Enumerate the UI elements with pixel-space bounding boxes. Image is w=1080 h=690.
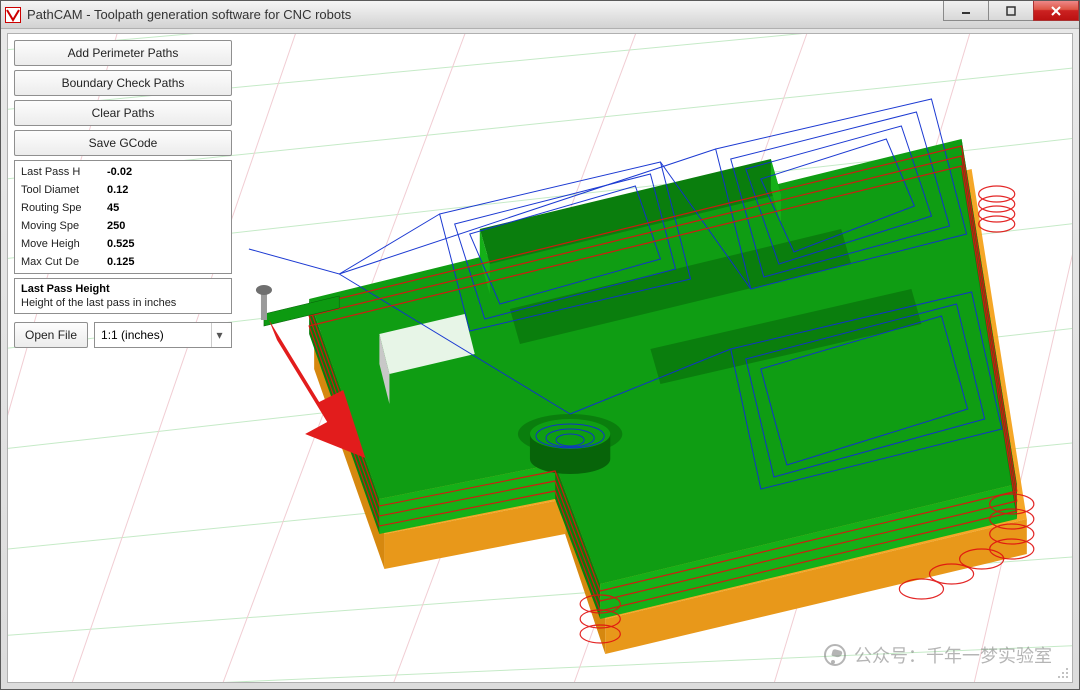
close-button[interactable] bbox=[1033, 1, 1079, 21]
prop-row: Moving Spe250 bbox=[15, 217, 231, 235]
chevron-down-icon: ▾ bbox=[211, 323, 227, 347]
description-body: Height of the last pass in inches bbox=[21, 297, 225, 309]
prop-value[interactable]: 45 bbox=[107, 200, 225, 216]
minimize-button[interactable] bbox=[943, 1, 989, 21]
save-gcode-button[interactable]: Save GCode bbox=[14, 130, 232, 156]
property-grid[interactable]: Last Pass H-0.02 Tool Diamet0.12 Routing… bbox=[14, 160, 232, 274]
prop-row: Last Pass H-0.02 bbox=[15, 163, 231, 181]
prop-row: Routing Spe45 bbox=[15, 199, 231, 217]
prop-value[interactable]: 0.525 bbox=[107, 236, 225, 252]
titlebar[interactable]: PathCAM - Toolpath generation software f… bbox=[1, 1, 1079, 29]
prop-label: Moving Spe bbox=[21, 218, 107, 234]
prop-row: Move Heigh0.525 bbox=[15, 235, 231, 253]
property-description: Last Pass Height Height of the last pass… bbox=[14, 278, 232, 314]
boundary-check-paths-button[interactable]: Boundary Check Paths bbox=[14, 70, 232, 96]
prop-label: Move Heigh bbox=[21, 236, 107, 252]
prop-label: Tool Diamet bbox=[21, 182, 107, 198]
clear-paths-button[interactable]: Clear Paths bbox=[14, 100, 232, 126]
prop-value[interactable]: 0.125 bbox=[107, 254, 225, 270]
app-icon bbox=[5, 7, 21, 23]
description-title: Last Pass Height bbox=[21, 283, 225, 295]
prop-label: Last Pass H bbox=[21, 164, 107, 180]
file-row: Open File 1:1 (inches) ▾ bbox=[14, 322, 232, 348]
prop-row: Max Cut De0.125 bbox=[15, 253, 231, 271]
prop-value[interactable]: 250 bbox=[107, 218, 225, 234]
scale-select[interactable]: 1:1 (inches) ▾ bbox=[94, 322, 232, 348]
app-window: PathCAM - Toolpath generation software f… bbox=[0, 0, 1080, 690]
prop-value[interactable]: -0.02 bbox=[107, 164, 225, 180]
open-file-button[interactable]: Open File bbox=[14, 322, 88, 348]
prop-label: Max Cut De bbox=[21, 254, 107, 270]
prop-label: Routing Spe bbox=[21, 200, 107, 216]
client-area: Add Perimeter Paths Boundary Check Paths… bbox=[7, 33, 1073, 683]
add-perimeter-paths-button[interactable]: Add Perimeter Paths bbox=[14, 40, 232, 66]
window-title: PathCAM - Toolpath generation software f… bbox=[27, 7, 351, 22]
prop-value[interactable]: 0.12 bbox=[107, 182, 225, 198]
scale-selected-value: 1:1 (inches) bbox=[101, 328, 164, 342]
window-controls bbox=[944, 1, 1079, 21]
maximize-button[interactable] bbox=[988, 1, 1034, 21]
prop-row: Tool Diamet0.12 bbox=[15, 181, 231, 199]
tool-panel: Add Perimeter Paths Boundary Check Paths… bbox=[14, 40, 232, 348]
